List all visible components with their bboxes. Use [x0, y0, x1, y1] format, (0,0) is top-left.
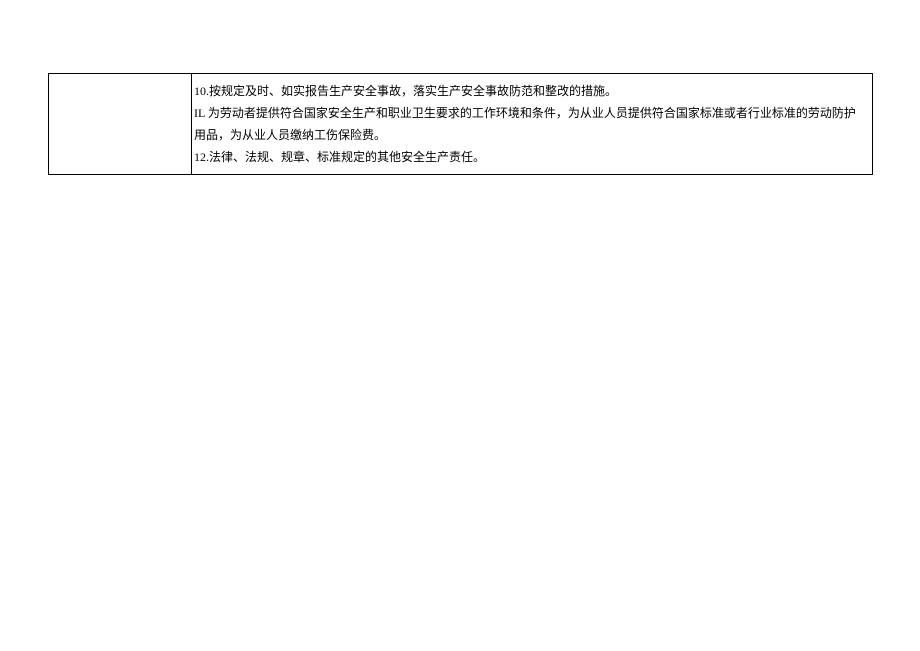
- document-table: 10.按规定及时、如实报告生产安全事故，落实生产安全事故防范和整改的措施。 IL…: [48, 73, 873, 175]
- list-item: IL 为劳动者提供符合国家安全生产和职业卫生要求的工作环境和条件，为从业人员提供…: [194, 102, 864, 146]
- table-cell-left: [49, 74, 192, 174]
- list-item: 10.按规定及时、如实报告生产安全事故，落实生产安全事故防范和整改的措施。: [194, 80, 864, 102]
- list-item: 12.法律、法规、规章、标准规定的其他安全生产责任。: [194, 146, 864, 168]
- table-cell-right: 10.按规定及时、如实报告生产安全事故，落实生产安全事故防范和整改的措施。 IL…: [192, 74, 872, 174]
- table-row: 10.按规定及时、如实报告生产安全事故，落实生产安全事故防范和整改的措施。 IL…: [49, 74, 872, 174]
